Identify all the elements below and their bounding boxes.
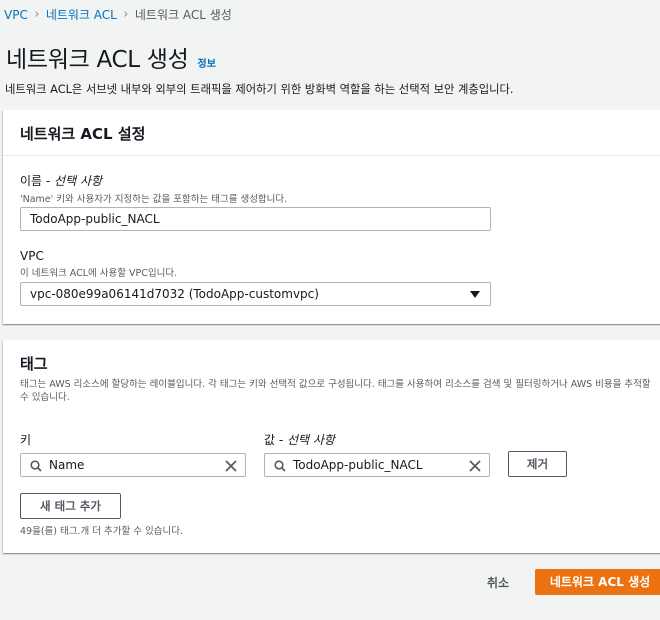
page-header: 네트워크 ACL 생성 정보 bbox=[6, 40, 216, 74]
tag-limit-note: 49을(를) 태그.개 더 추가할 수 있습니다. bbox=[20, 526, 183, 537]
tag-key-input[interactable]: Name bbox=[20, 453, 246, 477]
panel-header: 네트워크 ACL 설정 bbox=[3, 110, 660, 156]
vpc-description: 이 네트워크 ACL에 사용할 VPC입니다. bbox=[20, 268, 178, 279]
vpc-label: VPC bbox=[20, 249, 44, 263]
tags-panel: 태그 태그는 AWS 리소스에 할당하는 레이블입니다. 각 태그는 키와 선택… bbox=[3, 340, 660, 553]
page-title: 네트워크 ACL 생성 bbox=[6, 47, 189, 73]
clear-icon[interactable] bbox=[224, 459, 238, 473]
tags-heading: 태그 bbox=[20, 355, 48, 373]
panel-header: 태그 태그는 AWS 리소스에 할당하는 레이블입니다. 각 태그는 키와 선택… bbox=[3, 340, 660, 404]
name-label: 이름 - 선택 사항 bbox=[20, 174, 103, 188]
chevron-right-icon: › bbox=[123, 7, 129, 22]
breadcrumb-current: 네트워크 ACL 생성 bbox=[134, 8, 232, 22]
key-label: 키 bbox=[20, 433, 32, 447]
chevron-right-icon: › bbox=[34, 7, 40, 22]
search-icon bbox=[30, 460, 42, 472]
breadcrumb-vpc[interactable]: VPC bbox=[4, 8, 28, 22]
add-tag-button[interactable]: 새 태그 추가 bbox=[20, 493, 121, 519]
cancel-button[interactable]: 취소 bbox=[487, 574, 509, 591]
remove-tag-button[interactable]: 제거 bbox=[508, 451, 567, 477]
caret-down-icon bbox=[470, 291, 480, 298]
create-network-acl-button[interactable]: 네트워크 ACL 생성 bbox=[535, 569, 660, 595]
tag-value-input[interactable]: TodoApp-public_NACL bbox=[264, 453, 490, 477]
name-input[interactable]: TodoApp-public_NACL bbox=[20, 207, 491, 231]
name-field-label-group: 이름 - 선택 사항 'Name' 키와 사용자가 지정하는 값을 포함하는 태… bbox=[20, 172, 287, 205]
vpc-selected-value: vpc-080e99a06141d7032 (TodoApp-customvpc… bbox=[30, 287, 319, 301]
settings-heading: 네트워크 ACL 설정 bbox=[20, 125, 146, 143]
tag-value-value: TodoApp-public_NACL bbox=[293, 458, 423, 472]
search-icon bbox=[274, 460, 286, 472]
page-description: 네트워크 ACL은 서브넷 내부와 외부의 트래픽을 제어하기 위한 방화벽 역… bbox=[5, 83, 514, 96]
name-description: 'Name' 키와 사용자가 지정하는 값을 포함하는 태그를 생성합니다. bbox=[20, 194, 288, 205]
vpc-select[interactable]: vpc-080e99a06141d7032 (TodoApp-customvpc… bbox=[20, 282, 491, 306]
tags-description: 태그는 AWS 리소스에 할당하는 레이블입니다. 각 태그는 키와 선택적 값… bbox=[20, 379, 651, 403]
breadcrumb: VPC › 네트워크 ACL › 네트워크 ACL 생성 bbox=[4, 6, 232, 23]
tag-key-value: Name bbox=[49, 458, 85, 472]
acl-settings-panel: 네트워크 ACL 설정 이름 - 선택 사항 'Name' 키와 사용자가 지정… bbox=[3, 110, 660, 324]
info-link[interactable]: 정보 bbox=[198, 55, 216, 70]
vpc-field-label-group: VPC 이 네트워크 ACL에 사용할 VPC입니다. bbox=[20, 249, 177, 279]
clear-icon[interactable] bbox=[468, 459, 482, 473]
breadcrumb-network-acl[interactable]: 네트워크 ACL bbox=[46, 6, 117, 23]
value-label: 값 - 선택 사항 bbox=[264, 433, 335, 447]
